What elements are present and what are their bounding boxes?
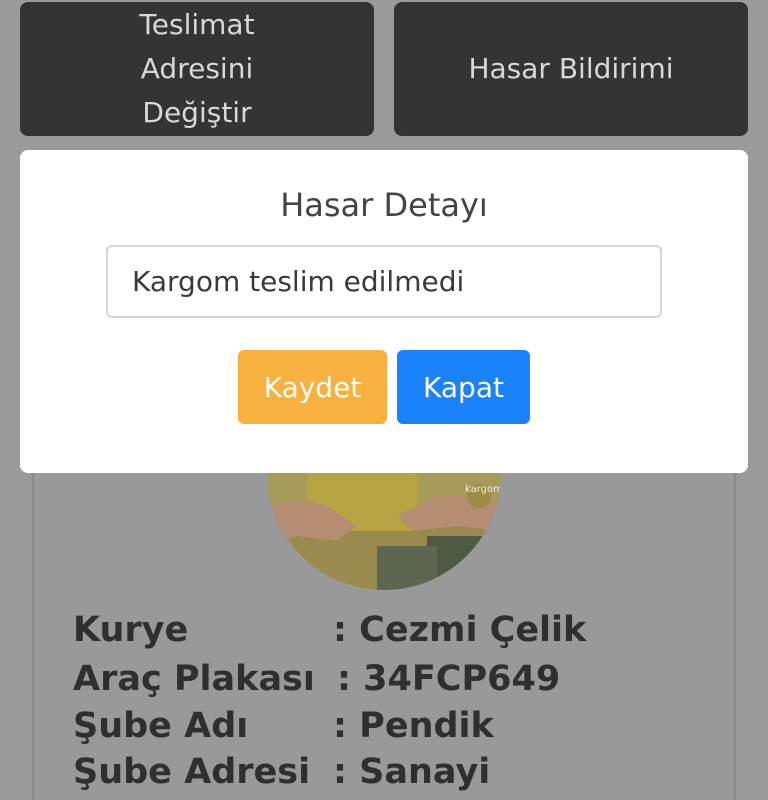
branch-name-value: : Pendik bbox=[333, 706, 494, 746]
damage-detail-modal: Hasar Detayı Kaydet Kapat bbox=[20, 150, 748, 473]
change-delivery-address-label: Teslimat Adresini Değiştir bbox=[139, 8, 255, 129]
close-button[interactable]: Kapat bbox=[397, 350, 530, 424]
report-damage-button[interactable]: Hasar Bildirimi bbox=[394, 2, 748, 136]
branch-name-label: Şube Adı bbox=[73, 706, 249, 746]
branch-address-value: : Sanayi bbox=[333, 752, 491, 792]
plate-value: : 34FCP649 bbox=[337, 659, 561, 699]
save-button[interactable]: Kaydet bbox=[238, 350, 387, 424]
branch-address-label: Şube Adresi bbox=[73, 752, 311, 792]
damage-detail-input[interactable] bbox=[106, 245, 662, 318]
plate-label: Araç Plakası bbox=[73, 659, 315, 699]
change-delivery-address-button[interactable]: Teslimat Adresini Değiştir bbox=[20, 2, 374, 136]
courier-value: : Cezmi Çelik bbox=[333, 610, 587, 650]
modal-title: Hasar Detayı bbox=[280, 186, 488, 224]
kargom-logo: kargom bbox=[465, 484, 501, 495]
report-damage-label: Hasar Bildirimi bbox=[468, 52, 674, 85]
courier-label: Kurye bbox=[73, 610, 189, 650]
